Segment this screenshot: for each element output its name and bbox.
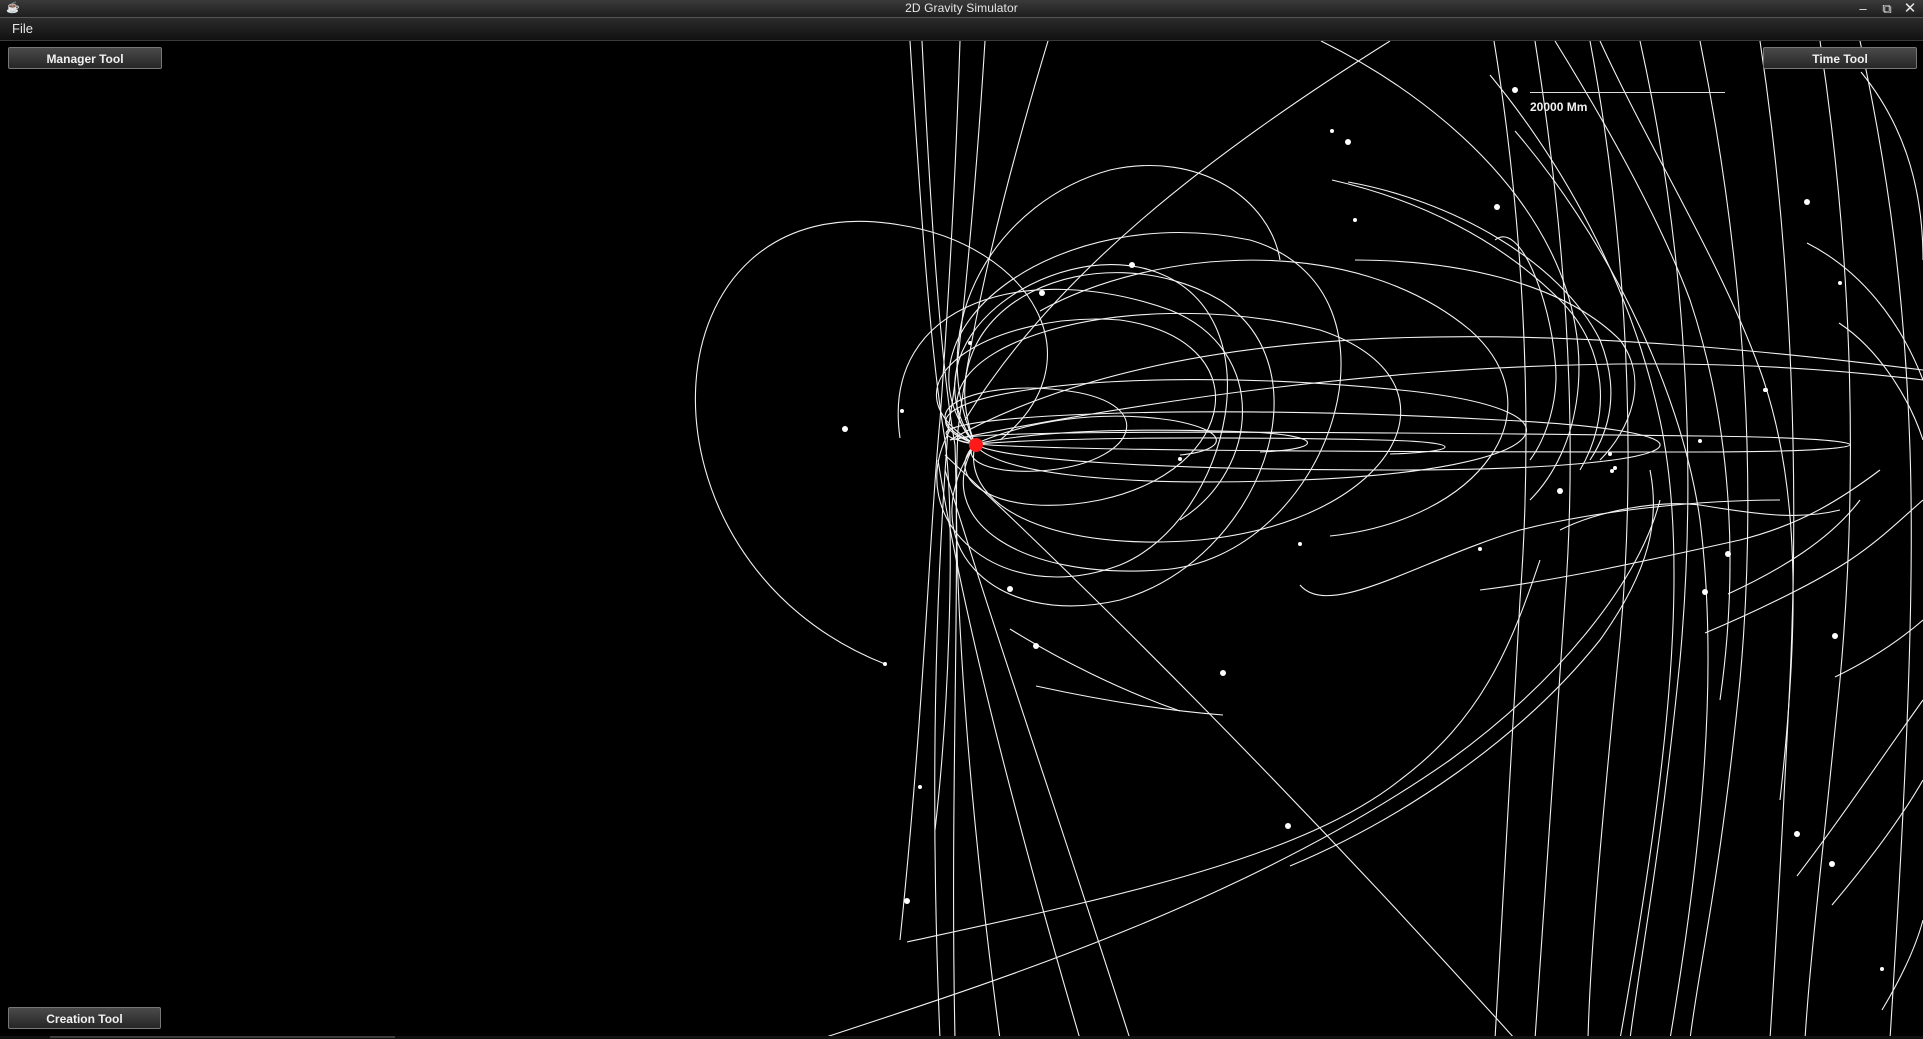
orbit-trail (1289, 469, 1655, 867)
orbit-trail (1009, 628, 1181, 712)
particle (1220, 670, 1226, 676)
particle (1763, 388, 1767, 392)
orbit-trail (1587, 41, 1629, 1039)
time-tool-button[interactable]: Time Tool (1763, 47, 1917, 69)
orbit-trails (694, 41, 1923, 1039)
particle (1698, 439, 1702, 443)
orbit-trail (1860, 71, 1923, 261)
orbit-trail (1704, 499, 1923, 634)
orbit-trail (1838, 322, 1923, 441)
orbit-trail (1599, 41, 1794, 801)
particle (1033, 643, 1039, 649)
particle (1880, 967, 1884, 971)
window-title: 2D Gravity Simulator (905, 1, 1018, 15)
maximize-button[interactable]: ⧉ (1877, 0, 1897, 17)
particle (1494, 204, 1500, 210)
particle (1804, 199, 1810, 205)
orbit-trail (964, 41, 1391, 421)
orbit-trail (819, 499, 1661, 1039)
scale-label: 20000 Mm (1530, 100, 1588, 114)
orbit-trail (909, 41, 951, 831)
orbit-trail (936, 264, 1228, 578)
orbit-trail (956, 165, 1281, 445)
particle (1330, 129, 1334, 133)
app-window: ☕ 2D Gravity Simulator – ⧉ ✕ File 20000 … (0, 0, 1923, 1039)
orbit-trail (1347, 181, 1612, 461)
particle (1794, 831, 1800, 837)
orbit-trail (906, 559, 1541, 943)
scrollbar-thumb[interactable] (50, 1036, 395, 1038)
particle (1285, 823, 1291, 829)
particle (1298, 542, 1302, 546)
particle (1178, 457, 1182, 461)
orbit-trail (1035, 685, 1224, 716)
title-bar[interactable]: ☕ 2D Gravity Simulator – ⧉ ✕ (0, 0, 1923, 18)
orbit-trail (921, 41, 957, 1039)
particle (1129, 262, 1135, 268)
orbit-trail (944, 469, 1131, 1039)
particle (883, 662, 887, 666)
menu-bar: File (0, 18, 1923, 41)
orbit-trail (945, 379, 1527, 483)
particle (1557, 488, 1563, 494)
central-body (969, 438, 983, 452)
particle (1838, 281, 1842, 285)
particle (1039, 290, 1045, 296)
orbit-trail (1759, 41, 1795, 1039)
particle (900, 409, 904, 413)
particle (1725, 551, 1731, 557)
orbit-trail (949, 336, 1923, 441)
particle (918, 785, 922, 789)
orbit-trail (944, 454, 1516, 1039)
orbit-trail (1493, 41, 1527, 1039)
orbit-trail (934, 41, 986, 1039)
particle (1512, 87, 1518, 93)
particle (1613, 466, 1617, 470)
orbit-trail (1859, 41, 1912, 1039)
orbit-trail (1831, 779, 1923, 906)
orbit-trail (948, 232, 1342, 572)
orbit-trail (1331, 179, 1601, 471)
particle (1832, 633, 1838, 639)
scale-bar: 20000 Mm (1530, 89, 1725, 119)
orbit-trail (1804, 41, 1851, 1039)
orbit-trail (957, 431, 1851, 453)
menu-file[interactable]: File (10, 21, 35, 37)
particle (1610, 469, 1614, 473)
simulation-canvas[interactable]: 20000 Mm (0, 41, 1923, 1039)
particle (1345, 139, 1351, 145)
particle (1007, 586, 1013, 592)
close-button[interactable]: ✕ (1900, 0, 1920, 17)
orbit-trail (1629, 41, 1689, 1039)
particle (968, 341, 972, 345)
particle (904, 898, 910, 904)
scale-line (1530, 92, 1725, 93)
orbit-trail (1489, 74, 1675, 1039)
particle (1608, 452, 1612, 456)
particle (1702, 589, 1708, 595)
particle (1478, 547, 1482, 551)
particle (1353, 218, 1357, 222)
particle (842, 426, 848, 432)
orbit-trail (1554, 41, 1731, 701)
manager-tool-button[interactable]: Manager Tool (8, 47, 162, 69)
orbit-trail (1881, 919, 1923, 1011)
minimize-button[interactable]: – (1853, 0, 1873, 17)
creation-tool-button[interactable]: Creation Tool (8, 1007, 161, 1029)
particle (1829, 861, 1835, 867)
orbit-trail (1534, 41, 1571, 1039)
